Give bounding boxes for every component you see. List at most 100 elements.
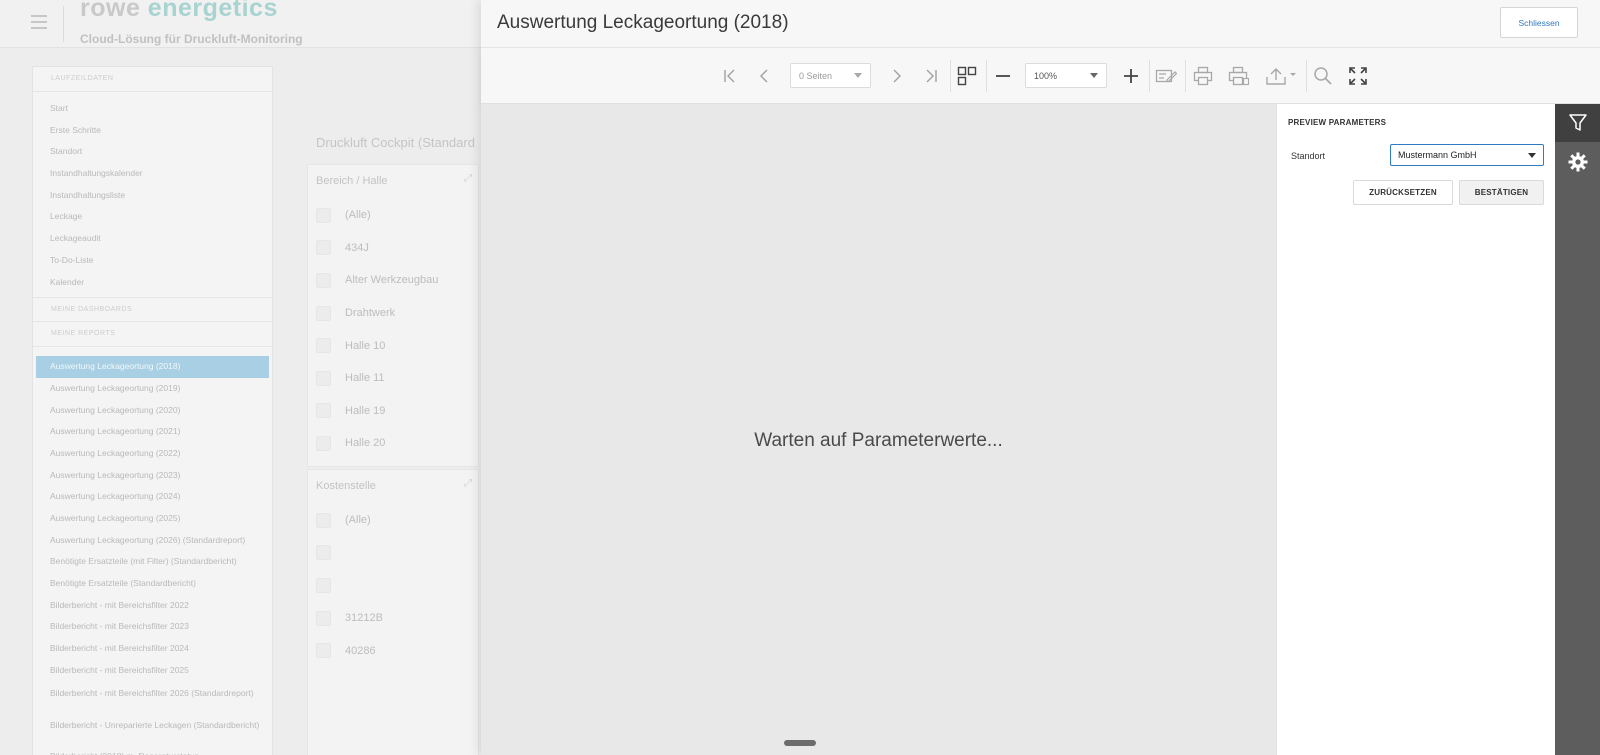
filter-panel-title: Kostenstelle xyxy=(316,480,376,492)
checkbox[interactable] xyxy=(316,610,331,626)
parameters-panel: PREVIEW PARAMETERS Standort Mustermann G… xyxy=(1276,104,1555,755)
filter-row[interactable]: (Alle) xyxy=(308,504,478,537)
brand-logo: rowe energetics xyxy=(80,0,278,22)
filter-icon xyxy=(1568,114,1587,131)
sidebar-report-item[interactable]: Auswertung Leckageortung (2020) xyxy=(33,400,272,422)
waiting-message: Warten auf Parameterwerte... xyxy=(754,430,1003,451)
close-button[interactable]: Schliessen xyxy=(1500,7,1578,38)
first-page-icon[interactable] xyxy=(717,63,743,89)
sidebar-section-dashboards[interactable]: MEINE DASHBOARDS xyxy=(33,297,272,323)
filter-row[interactable]: Halle 20 xyxy=(308,427,478,460)
sidebar-report-item[interactable]: Auswertung Leckageortung (2025) xyxy=(33,508,272,530)
dashboard-title: Druckluft Cockpit (Standard xyxy=(316,135,475,150)
sidebar-item-standort[interactable]: Standort xyxy=(33,141,272,163)
sidebar-report-item[interactable]: Benötigte Ersatzteile (mit Filter) (Stan… xyxy=(33,551,272,573)
export-icon[interactable] xyxy=(1263,63,1301,89)
confirm-button[interactable]: BESTÄTIGEN xyxy=(1459,180,1544,205)
filter-row[interactable]: Halle 19 xyxy=(308,395,478,428)
sidebar-report-item[interactable]: Auswertung Leckageortung (2023) xyxy=(33,465,272,487)
chevron-down-icon xyxy=(1090,73,1098,78)
expand-icon[interactable]: ⤢ xyxy=(464,478,472,489)
sidebar-report-item[interactable]: Benötigte Ersatzteile (Standardbericht) xyxy=(33,573,272,595)
filter-panel-area: Bereich / Halle ⤢ (Alle) 434J Alter Werk… xyxy=(307,164,479,467)
chevron-down-icon xyxy=(1528,152,1536,158)
expand-icon[interactable]: ⤢ xyxy=(464,173,472,184)
zoom-out-icon[interactable] xyxy=(990,63,1016,89)
sidebar-item-todo-liste[interactable]: To-Do-Liste xyxy=(33,250,272,272)
fullscreen-icon[interactable] xyxy=(1345,63,1371,89)
gear-icon xyxy=(1568,152,1587,172)
print-page-icon[interactable] xyxy=(1226,63,1252,89)
sidebar-item-erste-schritte[interactable]: Erste Schritte xyxy=(33,120,272,142)
filter-row[interactable]: (Alle) xyxy=(308,199,478,232)
sidebar-report-item[interactable]: Bilderbericht - Unreparierte Leckagen (S… xyxy=(33,714,272,746)
sidebar-item-instandhaltungskalender[interactable]: Instandhaltungskalender xyxy=(33,163,272,185)
filter-row[interactable]: Halle 10 xyxy=(308,329,478,362)
checkbox[interactable] xyxy=(316,207,331,223)
zoom-select[interactable]: 100% xyxy=(1025,63,1107,88)
sidebar-report-item[interactable]: Bilderbericht - mit Bereichsfilter 2026 … xyxy=(33,682,272,714)
parameters-heading: PREVIEW PARAMETERS xyxy=(1288,118,1387,127)
sidebar-report-item[interactable]: Bilderbericht - mit Bereichsfilter 2025 xyxy=(33,660,272,682)
sidebar-report-item[interactable]: Bilderbericht (2018) m. Reparaturstatus xyxy=(33,746,272,755)
side-tab-bar xyxy=(1555,104,1600,755)
filter-row[interactable]: Drahtwerk xyxy=(308,297,478,330)
search-icon[interactable] xyxy=(1310,63,1336,89)
sidebar-item-leckageaudit[interactable]: Leckageaudit xyxy=(33,228,272,250)
checkbox[interactable] xyxy=(316,577,331,593)
checkbox[interactable] xyxy=(316,643,331,659)
filter-row[interactable]: 31212B xyxy=(308,602,478,635)
filter-row[interactable] xyxy=(308,537,478,570)
sidebar-report-item[interactable]: Auswertung Leckageortung (2022) xyxy=(33,443,272,465)
toolbar-separator xyxy=(1185,60,1186,92)
sidebar-item-kalender[interactable]: Kalender xyxy=(33,272,272,294)
next-page-icon[interactable] xyxy=(883,63,909,89)
sidebar-item-start[interactable]: Start xyxy=(33,98,272,120)
sidebar-report-item[interactable]: Auswertung Leckageortung (2019) xyxy=(33,378,272,400)
menu-icon[interactable] xyxy=(31,15,47,29)
sidebar: LAUFZEILDATEN Start Erste Schritte Stand… xyxy=(32,66,273,755)
sidebar-report-item[interactable]: Auswertung Leckageortung (2024) xyxy=(33,486,272,508)
page-select[interactable]: 0 Seiten xyxy=(790,63,871,88)
sidebar-report-item[interactable]: Auswertung Leckageortung (2021) xyxy=(33,421,272,443)
sidebar-report-item[interactable]: Bilderbericht - mit Bereichsfilter 2022 xyxy=(33,595,272,617)
sidebar-report-item[interactable]: Auswertung Leckageortung (2018) xyxy=(36,356,269,378)
prev-page-icon[interactable] xyxy=(752,63,778,89)
zoom-in-icon[interactable] xyxy=(1118,63,1144,89)
checkbox[interactable] xyxy=(316,435,331,451)
toolbar-separator xyxy=(1149,60,1150,92)
side-tab-settings[interactable] xyxy=(1555,143,1600,181)
report-viewer: Auswertung Leckageortung (2018) Schliess… xyxy=(481,0,1600,755)
last-page-icon[interactable] xyxy=(918,63,944,89)
checkbox[interactable] xyxy=(316,403,331,419)
checkbox[interactable] xyxy=(316,272,331,288)
edit-fields-icon[interactable] xyxy=(1153,63,1179,89)
checkbox[interactable] xyxy=(316,545,331,561)
filter-row[interactable]: Alter Werkzeugbau xyxy=(308,264,478,297)
filter-row[interactable]: Halle 11 xyxy=(308,362,478,395)
print-icon[interactable] xyxy=(1190,63,1216,89)
brand-tagline: Cloud-Lösung für Druckluft-Monitoring xyxy=(80,32,303,46)
filter-panel-title: Bereich / Halle xyxy=(316,175,388,187)
toolbar-separator xyxy=(950,60,951,92)
multipage-icon[interactable] xyxy=(954,63,980,89)
sidebar-report-item[interactable]: Bilderbericht - mit Bereichsfilter 2023 xyxy=(33,616,272,638)
sidebar-report-item[interactable]: Auswertung Leckageortung (2026) (Standar… xyxy=(33,530,272,552)
standort-select[interactable]: Mustermann GmbH xyxy=(1390,144,1544,166)
checkbox[interactable] xyxy=(316,370,331,386)
sidebar-item-instandhaltungsliste[interactable]: Instandhaltungsliste xyxy=(33,185,272,207)
scroll-handle[interactable] xyxy=(784,740,816,746)
filter-row[interactable]: 40286 xyxy=(308,634,478,667)
reset-button[interactable]: ZURÜCKSETZEN xyxy=(1353,180,1453,205)
chevron-down-icon xyxy=(854,73,862,78)
filter-row[interactable]: 434J xyxy=(308,232,478,265)
checkbox[interactable] xyxy=(316,338,331,354)
sidebar-report-item[interactable]: Bilderbericht - mit Bereichsfilter 2024 xyxy=(33,638,272,660)
filter-row[interactable] xyxy=(308,569,478,602)
checkbox[interactable] xyxy=(316,305,331,321)
checkbox[interactable] xyxy=(316,512,331,528)
sidebar-section-reports[interactable]: MEINE REPORTS xyxy=(33,322,272,348)
checkbox[interactable] xyxy=(316,240,331,256)
side-tab-parameters[interactable] xyxy=(1555,104,1600,142)
sidebar-item-leckage[interactable]: Leckage xyxy=(33,206,272,228)
